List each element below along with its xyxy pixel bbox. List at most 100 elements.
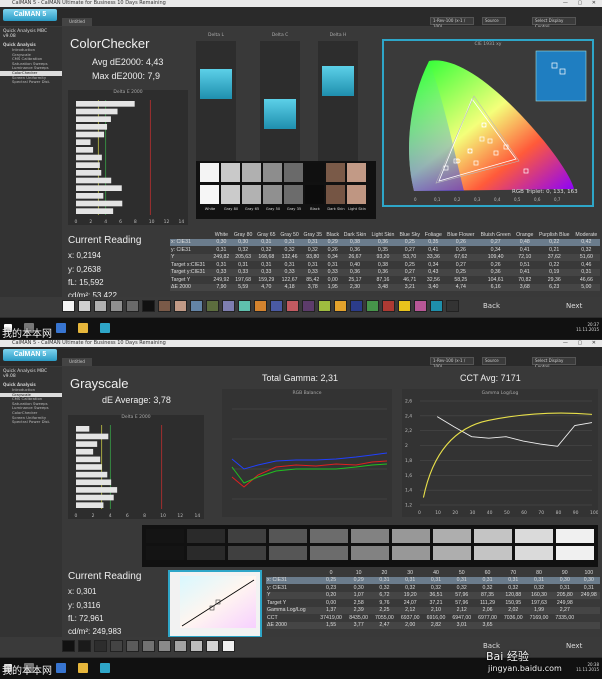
meter-dropdown[interactable]: Source (482, 357, 506, 365)
table-cell: 0,31 (526, 576, 552, 584)
patch-swatch[interactable] (142, 300, 155, 312)
patch-swatch[interactable] (142, 640, 155, 652)
patch-swatch[interactable] (446, 300, 459, 312)
target-swatch (263, 185, 282, 204)
patch-swatch[interactable] (366, 300, 379, 312)
table-cell: 87,16 (376, 276, 390, 283)
window-controls[interactable]: — ▢ ✕ (563, 340, 600, 347)
table-row[interactable]: Target Y 249,92 197,68 159,29 122,67 85,42 0,0… (170, 276, 600, 284)
patch-swatch[interactable] (190, 640, 203, 652)
patch-swatch[interactable] (398, 300, 411, 312)
table-cell: 57,96 (448, 591, 475, 599)
table-row[interactable]: x: CIE31 0,25 0,29 0,31 0,31 0,31 0,31 0,31 0,31… (266, 576, 600, 584)
display-control-dropdown[interactable]: Select Display Control (532, 357, 576, 369)
sidebar-item[interactable]: Spectral Power Dist. (0, 420, 62, 425)
patch-swatch[interactable] (286, 300, 299, 312)
edge-icon[interactable] (56, 663, 66, 673)
table-cell: 0,33 (301, 268, 325, 276)
table-cell: 87,35 (474, 591, 501, 599)
sidebar-item[interactable]: Spectral Power Dist. (0, 80, 62, 85)
window-controls[interactable]: — ▢ ✕ (563, 0, 600, 7)
patch-swatch[interactable] (382, 300, 395, 312)
table-cell: 32,56 (426, 276, 440, 283)
table-row[interactable]: ΔE 2000 7,90 5,59 4,70 4,18 3,78 1,95 2,30 3,48 3… (170, 283, 600, 291)
back-button[interactable]: Back (483, 300, 500, 312)
patch-swatch[interactable] (126, 640, 139, 652)
patch-swatch[interactable] (158, 300, 171, 312)
patch-swatch[interactable] (334, 300, 347, 312)
display-control-dropdown[interactable]: Select Display Control (532, 17, 576, 29)
patch-swatch[interactable] (430, 300, 443, 312)
next-button[interactable]: Next (566, 300, 582, 312)
patch-swatch[interactable] (94, 640, 107, 652)
explorer-icon[interactable] (78, 323, 88, 333)
patch-swatch[interactable] (302, 300, 315, 312)
table-cell: 0,32 (508, 584, 519, 591)
patch-swatch[interactable] (190, 300, 203, 312)
patch-swatch[interactable] (206, 640, 219, 652)
patch-swatch[interactable] (62, 640, 75, 652)
gamma-line (436, 416, 593, 447)
patch-swatch[interactable] (78, 300, 91, 312)
delta-h-panel: Delta H (318, 33, 358, 161)
explorer-icon[interactable] (78, 663, 88, 673)
target-swatch (305, 185, 324, 204)
calman-logo: CalMAN 5 (3, 349, 57, 361)
table-row[interactable]: Y 249,82 205,63 168,68 132,46 93,80 0,34 26,67 9… (170, 253, 600, 261)
table-cell: 0,30 (211, 238, 232, 246)
swatch-bar: Back Next (0, 297, 602, 317)
actual-gray-swatch (515, 529, 553, 543)
tab-untitled[interactable]: Untitled (62, 18, 92, 26)
patch-swatch[interactable] (158, 640, 171, 652)
patch-swatch[interactable] (318, 300, 331, 312)
patch-swatch[interactable] (126, 300, 139, 312)
patch-swatch[interactable] (94, 300, 107, 312)
rgb-triplet: RGB Triplet: 0, 133, 163 (512, 189, 578, 195)
table-row[interactable]: Target y:CIE31 0,33 0,33 0,33 0,33 0,33 0,33 0,… (170, 268, 600, 276)
patch-swatch[interactable] (78, 640, 91, 652)
table-cell: 205,63 (231, 253, 255, 261)
table-row[interactable]: ΔE 2000 1,55 3,77 2,47 2,00 2,82 3,01 3,65 (266, 621, 600, 629)
calman-taskbar-icon[interactable] (100, 663, 110, 673)
next-button[interactable]: Next (566, 640, 582, 652)
delta-e-bar (76, 441, 98, 447)
meter-dropdown[interactable]: Source (482, 17, 506, 25)
patch-swatch[interactable] (110, 640, 123, 652)
svg-text:0: 0 (414, 197, 417, 202)
patch-swatch[interactable] (110, 300, 123, 312)
table-row[interactable]: Y 0,20 1,07 6,72 19,20 36,51 57,96 87,35 120,88 1… (266, 591, 600, 599)
table-row[interactable]: Gamma Log/Log 1,37 2,39 2,25 2,12 2,10 2,12 2,0… (266, 606, 600, 614)
patch-swatch[interactable] (270, 300, 283, 312)
edge-icon[interactable] (56, 323, 66, 333)
patch-swatch[interactable] (174, 300, 187, 312)
table-cell: 5,00 (572, 283, 600, 291)
window-titlebar: CalMAN 5 - CalMAN Ultimate for Business … (0, 340, 602, 347)
table-header-cell (266, 569, 316, 577)
table-cell: 0,32 (456, 584, 467, 591)
table-row[interactable]: CCT 37419,00 8435,00 7055,00 6937,00 6916,00 6… (266, 614, 600, 622)
table-row[interactable]: x: CIE31 0,30 0,30 0,31 0,31 0,31 0,29 0,38 0,36… (170, 238, 600, 246)
table-cell: Target x:CIE31 (171, 261, 206, 268)
table-row[interactable]: y: CIE31 0,23 0,30 0,32 0,32 0,32 0,32 0,32 0,32… (266, 584, 600, 592)
patch-swatch[interactable] (206, 300, 219, 312)
patch-swatch[interactable] (222, 300, 235, 312)
table-row[interactable]: Target Y 0,00 2,58 9,76 24,07 37,21 57,96 111,2… (266, 599, 600, 607)
table-cell: 197,68 (235, 276, 252, 283)
patch-swatch[interactable] (350, 300, 363, 312)
patch-swatch[interactable] (238, 300, 251, 312)
patch-swatch[interactable] (414, 300, 427, 312)
patch-swatch[interactable] (222, 640, 235, 652)
patch-swatch[interactable] (254, 300, 267, 312)
source-dropdown[interactable]: 1-Rev-100 (x-1 / 100) (430, 17, 474, 29)
table-cell: ΔE 2000 (266, 621, 317, 629)
patch-swatch[interactable] (174, 640, 187, 652)
table-cell: 0,00 (326, 599, 337, 606)
tab-untitled[interactable]: Untitled (62, 358, 92, 366)
patch-swatch[interactable] (62, 300, 75, 312)
table-row[interactable]: Target x:CIE31 0,31 0,31 0,31 0,31 0,31 0,31 0,… (170, 261, 600, 269)
table-row[interactable]: y: CIE31 0,31 0,32 0,32 0,32 0,32 0,26 0,36 0,35… (170, 246, 600, 254)
source-dropdown[interactable]: 1-Rev-100 (x-1 / 100) (430, 357, 474, 369)
calman-taskbar-icon[interactable] (100, 323, 110, 333)
table-cell: 53,70 (397, 253, 423, 261)
colorchecker-table: White Gray 80 Gray 65 Gray 50 Gray 35 Black Da… (170, 231, 600, 291)
